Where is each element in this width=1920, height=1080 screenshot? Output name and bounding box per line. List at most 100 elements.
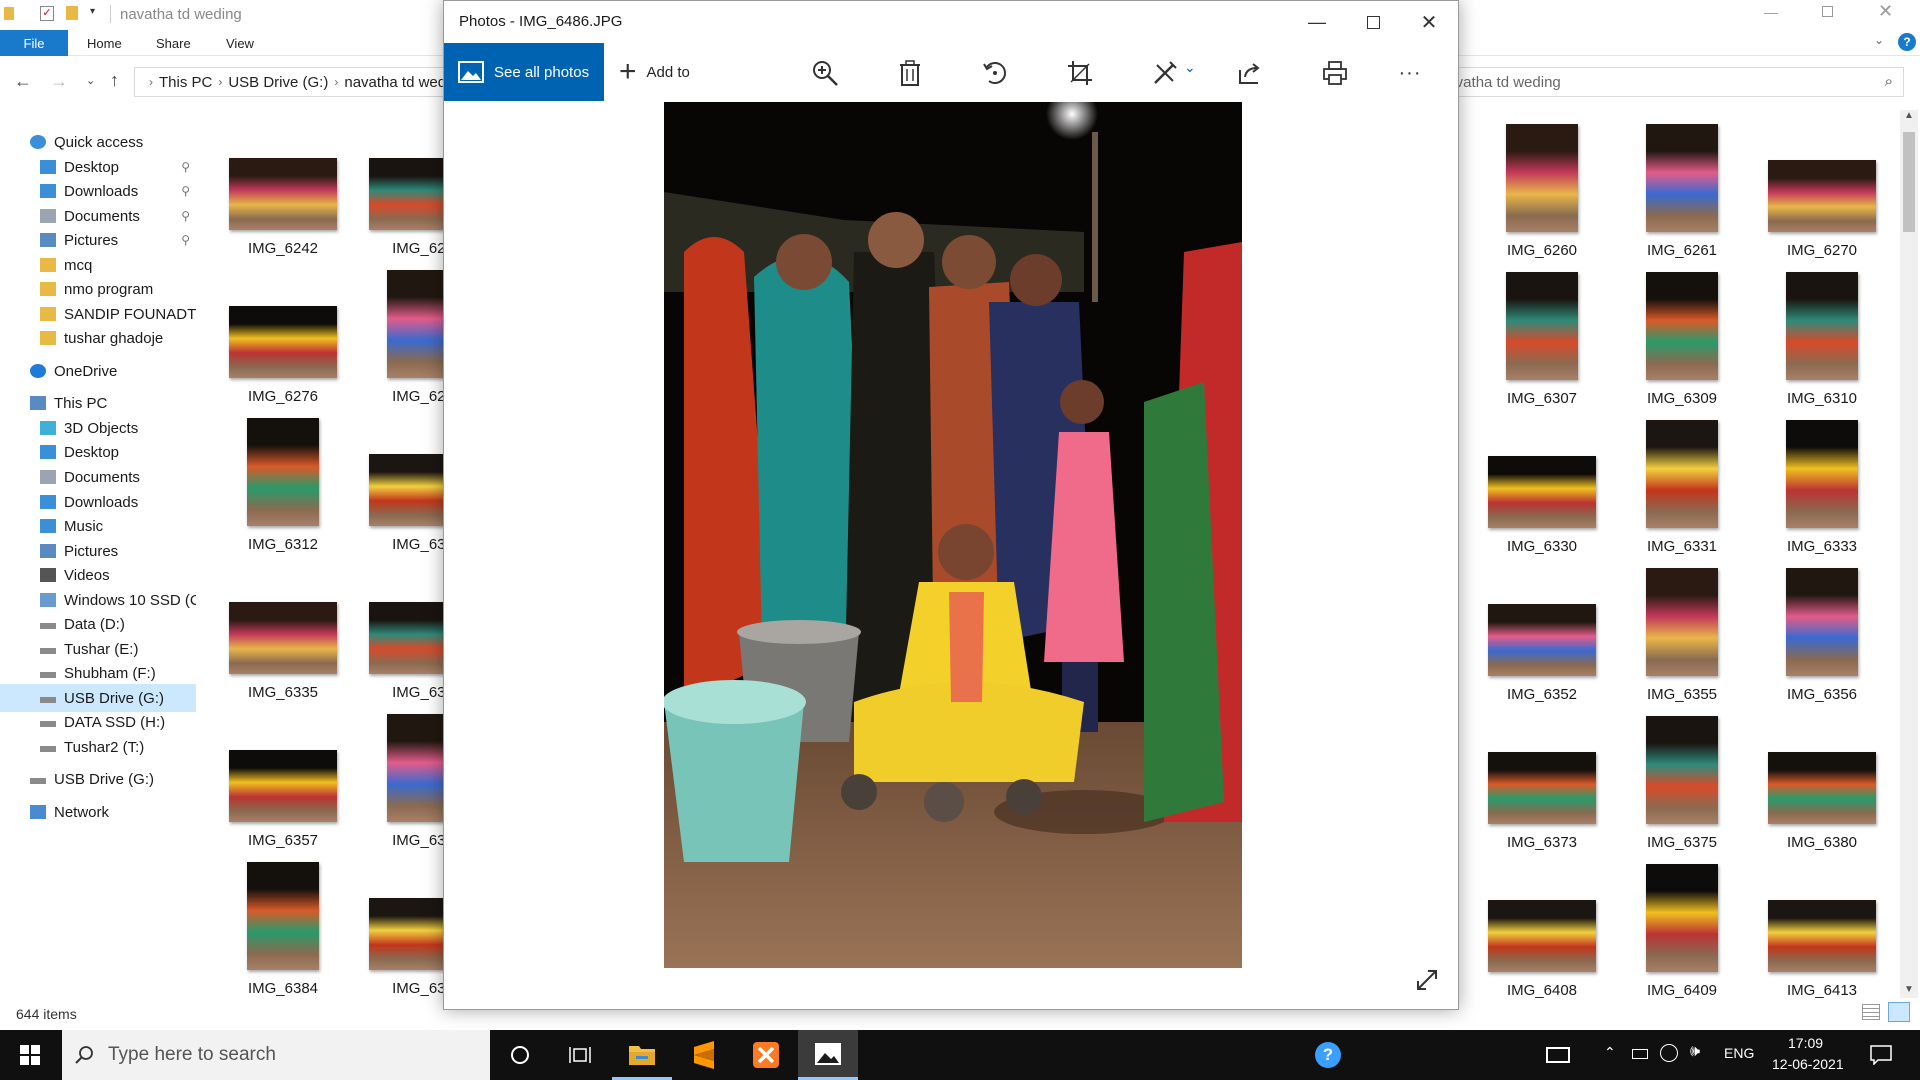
details-view-icon[interactable] bbox=[1862, 1004, 1880, 1020]
file-thumbnail-item[interactable]: IMG_6355 bbox=[1612, 568, 1752, 703]
network-globe-icon[interactable] bbox=[1660, 1044, 1678, 1062]
file-thumbnail-item[interactable]: IMG_6413 bbox=[1752, 864, 1892, 999]
clock-date[interactable]: 12-06-2021 bbox=[1772, 1056, 1844, 1072]
search-input[interactable]: navatha td weding ⌕ bbox=[1439, 67, 1904, 97]
minimize-icon[interactable]: — bbox=[1764, 4, 1778, 20]
file-thumbnail-item[interactable]: IMG_6242 bbox=[213, 158, 353, 257]
sidebar-item[interactable]: Pictures ⚲ bbox=[0, 226, 196, 254]
task-view-button[interactable] bbox=[550, 1030, 610, 1080]
sidebar-item[interactable]: This PC bbox=[0, 389, 196, 417]
edit-draw-button[interactable] bbox=[1149, 57, 1181, 89]
sidebar-item[interactable]: Quick access bbox=[0, 128, 196, 156]
file-thumbnail-item[interactable]: IMG_6384 bbox=[213, 862, 353, 997]
chevron-down-icon[interactable]: ⌄ bbox=[1184, 59, 1196, 76]
sidebar-item[interactable]: Shubham (F:) bbox=[0, 659, 196, 687]
breadcrumb-usb-drive[interactable]: USB Drive (G:) bbox=[228, 74, 328, 91]
sidebar-item[interactable]: Desktop bbox=[0, 438, 196, 466]
tab-view[interactable]: View bbox=[226, 30, 254, 56]
maximize-button[interactable] bbox=[1350, 7, 1396, 37]
sidebar-item[interactable]: Data (D:) bbox=[0, 610, 196, 638]
zoom-button[interactable] bbox=[809, 57, 841, 89]
rotate-button[interactable] bbox=[979, 57, 1011, 89]
recent-locations-icon[interactable]: ⌄ bbox=[86, 74, 95, 87]
file-thumbnail-item[interactable]: IMG_6310 bbox=[1752, 272, 1892, 407]
file-thumbnail-item[interactable]: IMG_6408 bbox=[1472, 864, 1612, 999]
restore-icon[interactable] bbox=[1822, 6, 1833, 17]
file-thumbnail-item[interactable]: IMG_6330 bbox=[1472, 420, 1612, 555]
news-widget-button[interactable] bbox=[1536, 1030, 1580, 1080]
sidebar-item[interactable]: OneDrive bbox=[0, 357, 196, 385]
file-thumbnail-item[interactable]: IMG_6260 bbox=[1472, 124, 1612, 259]
taskbar-sublime-text[interactable] bbox=[674, 1030, 734, 1080]
breadcrumb-this-pc[interactable]: This PC bbox=[159, 74, 212, 91]
battery-icon[interactable] bbox=[1632, 1049, 1648, 1059]
forward-icon[interactable]: → bbox=[50, 71, 68, 92]
file-thumbnail-item[interactable]: IMG_6373 bbox=[1472, 716, 1612, 851]
delete-button[interactable] bbox=[894, 57, 926, 89]
search-icon[interactable]: ⌕ bbox=[1885, 73, 1893, 90]
start-button[interactable] bbox=[0, 1030, 60, 1080]
add-to-button[interactable]: + Add to bbox=[619, 43, 690, 101]
sidebar-item[interactable]: Music bbox=[0, 512, 196, 540]
new-folder-icon[interactable] bbox=[66, 6, 78, 20]
photo-image[interactable] bbox=[664, 102, 1242, 968]
sidebar-item[interactable]: Tushar2 (T:) bbox=[0, 733, 196, 761]
sidebar-item[interactable]: tushar ghadoje bbox=[0, 324, 196, 352]
minimize-button[interactable]: — bbox=[1294, 7, 1340, 37]
see-all-photos-button[interactable]: See all photos bbox=[444, 43, 604, 101]
scroll-down-icon[interactable]: ▼ bbox=[1904, 984, 1914, 995]
more-options-button[interactable]: ··· bbox=[1394, 57, 1426, 89]
clock-time[interactable]: 17:09 bbox=[1788, 1035, 1823, 1051]
full-screen-button[interactable] bbox=[1414, 967, 1442, 995]
sidebar-item[interactable]: Videos bbox=[0, 561, 196, 589]
sidebar-item[interactable]: Documents bbox=[0, 463, 196, 491]
help-tray-button[interactable]: ? bbox=[1298, 1030, 1358, 1080]
scroll-up-icon[interactable]: ▲ bbox=[1904, 110, 1914, 121]
taskbar-file-explorer[interactable] bbox=[612, 1030, 672, 1080]
large-icons-view-icon[interactable] bbox=[1888, 1002, 1910, 1022]
file-thumbnail-item[interactable]: IMG_6333 bbox=[1752, 420, 1892, 555]
taskbar-search-box[interactable]: Type here to search bbox=[62, 1030, 490, 1080]
file-thumbnail-item[interactable]: IMG_6375 bbox=[1612, 716, 1752, 851]
file-thumbnail-item[interactable]: IMG_6270 bbox=[1752, 124, 1892, 259]
show-hidden-icons-icon[interactable]: ⌃ bbox=[1604, 1044, 1616, 1061]
scrollbar-thumb[interactable] bbox=[1903, 132, 1915, 232]
file-thumbnail-item[interactable]: IMG_6307 bbox=[1472, 272, 1612, 407]
sidebar-item[interactable]: Downloads ⚲ bbox=[0, 177, 196, 205]
breadcrumb-folder[interactable]: navatha td weding bbox=[344, 74, 443, 91]
close-icon[interactable]: ✕ bbox=[1878, 1, 1893, 22]
taskbar-xampp[interactable] bbox=[736, 1030, 796, 1080]
ribbon-expand-icon[interactable]: ⌄ bbox=[1874, 33, 1884, 47]
file-thumbnail-item[interactable]: IMG_6380 bbox=[1752, 716, 1892, 851]
tab-home[interactable]: Home bbox=[87, 30, 122, 56]
taskbar-photos[interactable] bbox=[798, 1030, 858, 1080]
file-thumbnail-item[interactable]: IMG_6276 bbox=[213, 306, 353, 405]
file-thumbnail-item[interactable]: IMG_6356 bbox=[1752, 568, 1892, 703]
print-button[interactable] bbox=[1319, 57, 1351, 89]
close-button[interactable]: ✕ bbox=[1406, 7, 1452, 37]
language-indicator[interactable]: ENG bbox=[1724, 1045, 1754, 1061]
file-thumbnail-item[interactable]: IMG_6409 bbox=[1612, 864, 1752, 999]
file-thumbnail-item[interactable]: IMG_6331 bbox=[1612, 420, 1752, 555]
file-thumbnail-item[interactable]: IMG_6309 bbox=[1612, 272, 1752, 407]
file-thumbnail-item[interactable]: IMG_6352 bbox=[1472, 568, 1612, 703]
sidebar-item[interactable]: DATA SSD (H:) bbox=[0, 708, 196, 736]
file-thumbnail-item[interactable]: IMG_6357 bbox=[213, 750, 353, 849]
address-bar[interactable]: › This PC › USB Drive (G:) › navatha td … bbox=[134, 67, 444, 97]
action-center-button[interactable] bbox=[1856, 1030, 1906, 1080]
quick-access-dropdown-icon[interactable]: ▾ bbox=[90, 6, 95, 17]
file-thumbnail-item[interactable]: IMG_6335 bbox=[213, 602, 353, 701]
sidebar-item[interactable]: Network bbox=[0, 798, 196, 826]
help-icon[interactable]: ? bbox=[1898, 33, 1916, 51]
file-thumbnail-item[interactable]: IMG_6261 bbox=[1612, 124, 1752, 259]
file-thumbnail-item[interactable]: IMG_6312 bbox=[213, 418, 353, 553]
volume-icon[interactable]: 🕪 bbox=[1690, 1043, 1700, 1061]
sidebar-item[interactable]: nmo program bbox=[0, 275, 196, 303]
back-icon[interactable]: ← bbox=[14, 71, 32, 92]
share-button[interactable] bbox=[1234, 57, 1266, 89]
sidebar-item[interactable]: USB Drive (G:) bbox=[0, 765, 196, 793]
cortana-button[interactable] bbox=[490, 1030, 550, 1080]
vertical-scrollbar[interactable]: ▲ ▼ bbox=[1900, 110, 1918, 998]
properties-icon[interactable]: ✓ bbox=[40, 6, 54, 21]
crop-button[interactable] bbox=[1064, 57, 1096, 89]
